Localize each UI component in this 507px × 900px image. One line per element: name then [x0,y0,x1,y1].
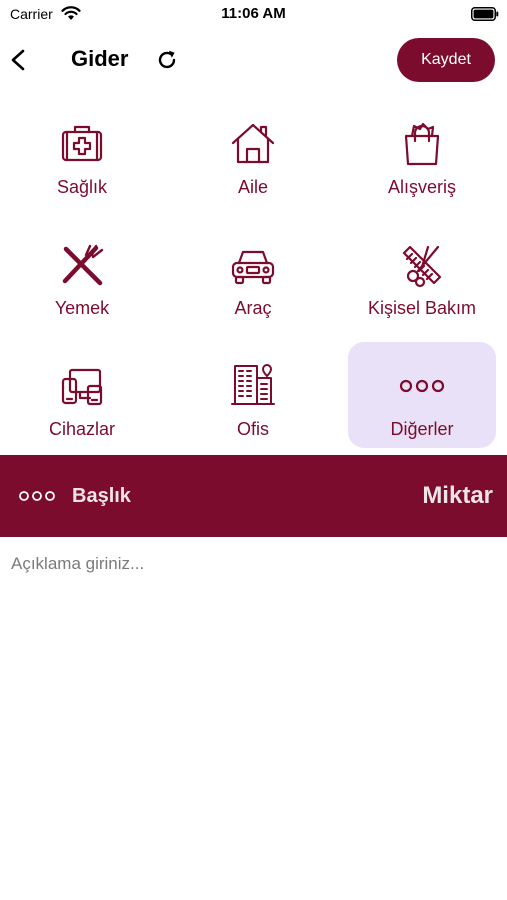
category-label: Araç [234,298,272,318]
status-time: 11:06 AM [221,5,286,22]
status-bar: Carrier 11:06 AM [0,0,507,30]
category-kisisel-bakim[interactable]: Kişisel Bakım [348,221,496,327]
car-icon [231,250,275,285]
category-label: Yemek [54,298,110,318]
category-ofis[interactable]: Ofis [179,342,327,448]
first-aid-kit-icon [61,125,103,162]
category-label: Sağlık [56,177,108,197]
category-label: Diğerler [390,419,454,439]
refresh-icon[interactable] [154,47,180,73]
category-grid: Sağlık Aile Alışveriş Yemek Araç Kişisel… [8,100,499,450]
entry-bar [0,455,507,537]
category-label: Ofis [236,419,269,439]
category-cihazlar[interactable]: Cihazlar [8,342,156,448]
description-input[interactable] [0,540,507,900]
category-aile[interactable]: Aile [179,100,327,206]
category-saglik[interactable]: Sağlık [8,100,156,206]
more-dots-icon [399,379,445,393]
category-label: Cihazlar [48,419,116,439]
page-title: Gider [71,46,129,71]
title-input[interactable] [72,481,292,511]
comb-scissors-icon [402,245,442,288]
fork-knife-icon [62,244,104,286]
category-label: Alışveriş [387,177,456,197]
back-chevron-icon[interactable] [6,44,32,76]
nav-bar: Gider Kaydet [0,30,507,90]
battery-icon [471,7,499,21]
save-button[interactable]: Kaydet [397,38,495,82]
office-building-icon [231,364,275,405]
shopping-bag-icon [404,122,440,166]
house-icon [231,123,275,164]
category-alisveris[interactable]: Alışveriş [348,100,496,206]
category-yemek[interactable]: Yemek [8,221,156,327]
category-label: Kişisel Bakım [367,298,477,318]
more-dots-icon [19,491,55,501]
category-digerler[interactable]: Diğerler [348,342,496,448]
category-arac[interactable]: Araç [179,221,327,327]
category-label: Aile [237,177,268,197]
devices-icon [61,368,103,406]
amount-input[interactable] [313,479,493,513]
